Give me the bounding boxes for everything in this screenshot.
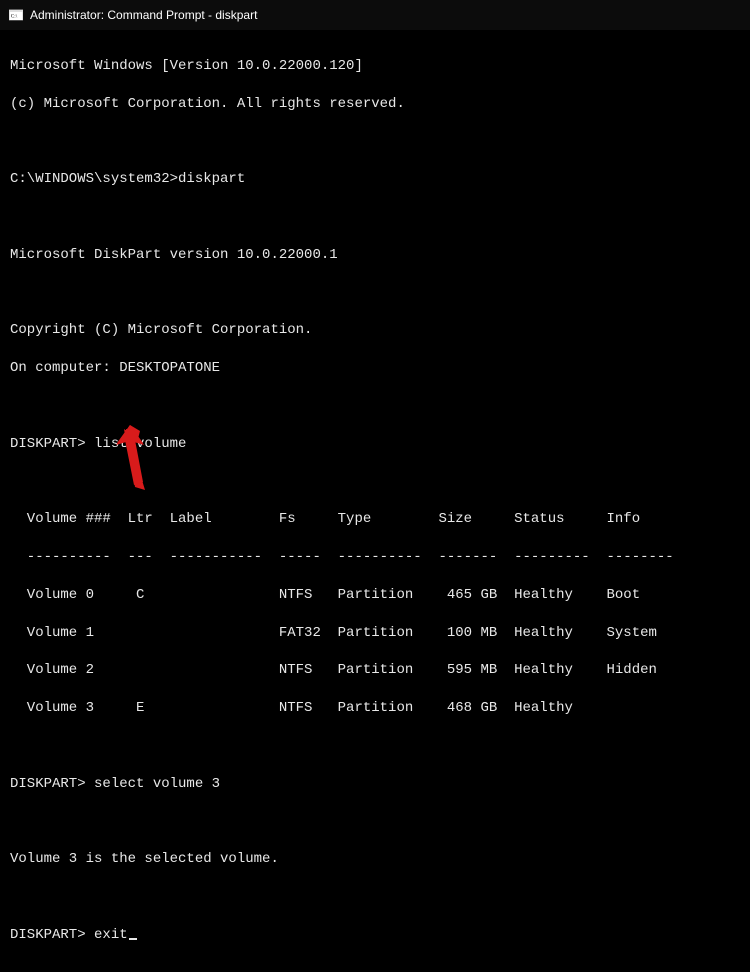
table-divider: ---------- --- ----------- ----- -------… — [10, 548, 740, 567]
blank-line — [10, 132, 740, 151]
blank-line — [10, 737, 740, 756]
table-row: Volume 2 NTFS Partition 595 MB Healthy H… — [10, 661, 740, 680]
prompt-line: DISKPART> list volume — [10, 435, 740, 454]
banner-line: (c) Microsoft Corporation. All rights re… — [10, 95, 740, 114]
table-row: Volume 0 C NTFS Partition 465 GB Healthy… — [10, 586, 740, 605]
blank-line — [10, 813, 740, 832]
diskpart-version: Microsoft DiskPart version 10.0.22000.1 — [10, 246, 740, 265]
blank-line — [10, 284, 740, 303]
prompt-line: DISKPART> select volume 3 — [10, 775, 740, 794]
diskpart-computer: On computer: DESKTOPATONE — [10, 359, 740, 378]
prompt-line: DISKPART> exit — [10, 926, 740, 945]
svg-text:C:\: C:\ — [11, 14, 18, 20]
typed-command: exit — [94, 927, 128, 943]
prompt-line: C:\WINDOWS\system32>diskpart — [10, 170, 740, 189]
window-title-bar[interactable]: C:\ Administrator: Command Prompt - disk… — [0, 0, 750, 30]
table-row: Volume 1 FAT32 Partition 100 MB Healthy … — [10, 624, 740, 643]
blank-line — [10, 472, 740, 491]
prompt-prefix: DISKPART> — [10, 927, 94, 943]
diskpart-copyright: Copyright (C) Microsoft Corporation. — [10, 321, 740, 340]
window-title: Administrator: Command Prompt - diskpart — [30, 8, 257, 22]
output-line: Volume 3 is the selected volume. — [10, 850, 740, 869]
table-header: Volume ### Ltr Label Fs Type Size Status… — [10, 510, 740, 529]
terminal-output[interactable]: Microsoft Windows [Version 10.0.22000.12… — [0, 30, 750, 972]
blank-line — [10, 397, 740, 416]
blank-line — [10, 208, 740, 227]
blank-line — [10, 888, 740, 907]
cmd-icon: C:\ — [8, 7, 24, 23]
banner-line: Microsoft Windows [Version 10.0.22000.12… — [10, 57, 740, 76]
table-row: Volume 3 E NTFS Partition 468 GB Healthy — [10, 699, 740, 718]
text-cursor — [129, 938, 137, 940]
